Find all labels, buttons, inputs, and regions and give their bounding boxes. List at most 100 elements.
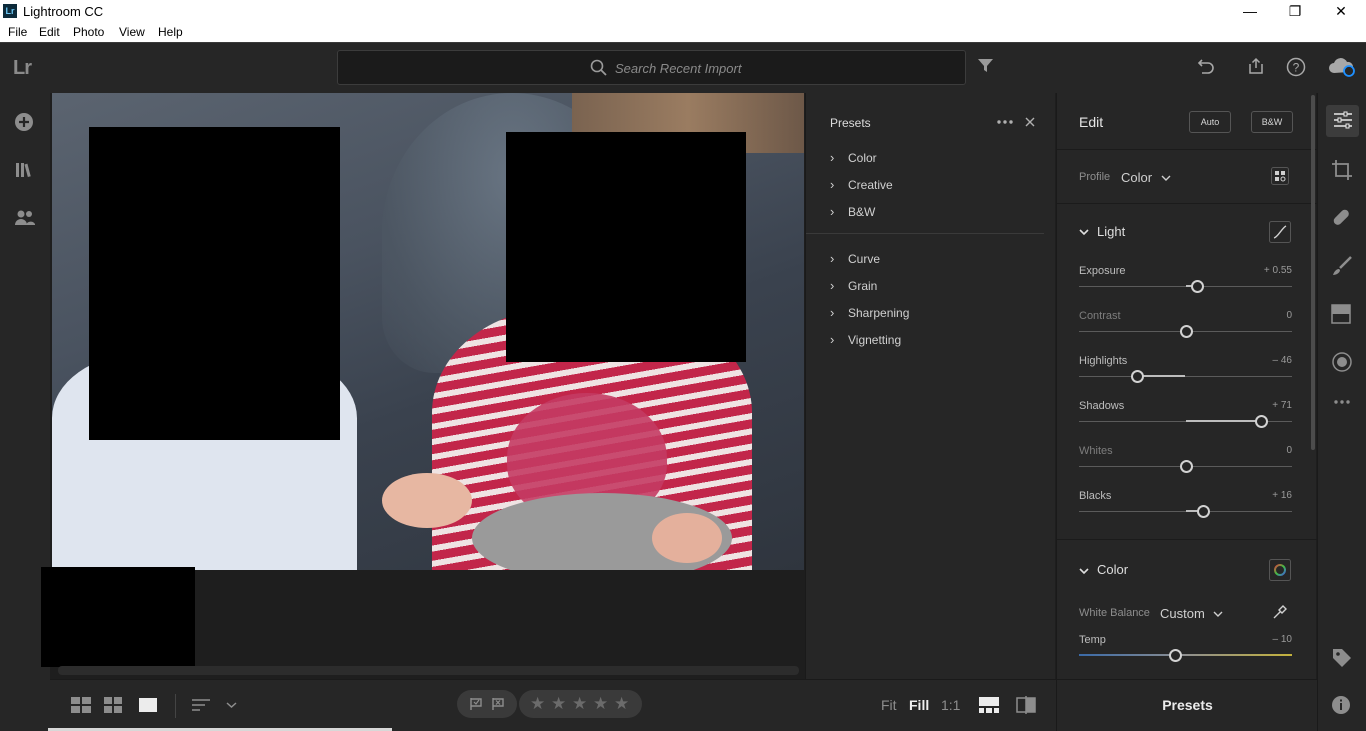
more-options-icon[interactable] [996, 119, 1014, 125]
slider-track[interactable] [1079, 654, 1292, 656]
slider-exposure[interactable]: Exposure + 0.55 [1079, 265, 1292, 305]
white-balance-dropdown[interactable]: Custom [1160, 605, 1223, 623]
slider-value[interactable]: 0 [1286, 445, 1292, 456]
presets-panel: Presets › Color › Creative › B&W › Curve › Gr… [805, 93, 1055, 679]
chevron-right-icon: › [830, 204, 835, 219]
photo-preview[interactable] [52, 93, 804, 570]
slider-knob[interactable] [1168, 649, 1182, 662]
maximize-button[interactable]: ❐ [1272, 0, 1318, 23]
edit-sliders-icon[interactable] [1333, 111, 1353, 129]
filmstrip-scrollbar[interactable] [58, 666, 799, 675]
preset-group-bw[interactable]: › B&W [830, 204, 875, 219]
bw-button[interactable]: B&W [1251, 111, 1293, 133]
compare-view-icon[interactable] [1016, 695, 1036, 715]
photo-canvas[interactable] [41, 93, 805, 679]
slider-knob[interactable] [1130, 370, 1144, 383]
slider-knob[interactable] [1255, 415, 1269, 428]
slider-value[interactable]: + 71 [1272, 400, 1292, 411]
profile-label: Profile [1079, 171, 1111, 183]
color-mixer-icon[interactable] [1269, 559, 1291, 581]
menu-edit[interactable]: Edit [39, 25, 60, 39]
people-icon[interactable] [14, 208, 36, 228]
slider-blacks[interactable]: Blacks + 16 [1079, 490, 1292, 530]
more-icon[interactable] [1333, 399, 1351, 405]
info-icon[interactable] [1331, 695, 1351, 715]
slider-value[interactable]: + 16 [1272, 490, 1292, 501]
sort-icon[interactable] [191, 697, 211, 713]
menu-help[interactable]: Help [158, 25, 183, 39]
minimize-button[interactable]: — [1227, 0, 1273, 23]
radial-gradient-icon[interactable] [1331, 351, 1353, 373]
chevron-down-icon[interactable] [1079, 567, 1089, 575]
color-section-title[interactable]: Color [1097, 562, 1128, 577]
square-grid-view-icon[interactable] [71, 697, 91, 713]
search-icon [590, 59, 607, 76]
undo-icon[interactable] [1197, 57, 1215, 75]
grid-view-icon[interactable] [104, 697, 122, 713]
slider-knob[interactable] [1179, 460, 1193, 473]
auto-button[interactable]: Auto [1189, 111, 1231, 133]
white-balance-label: White Balance [1079, 607, 1150, 619]
close-panel-icon[interactable] [1025, 117, 1035, 127]
profile-browser-icon[interactable] [1271, 167, 1289, 185]
slider-temp[interactable]: Temp – 10 [1079, 634, 1292, 674]
star-5[interactable]: ★ [614, 694, 629, 714]
share-icon[interactable] [1247, 57, 1265, 75]
tone-curve-icon[interactable] [1269, 221, 1291, 243]
slider-contrast[interactable]: Contrast 0 [1079, 310, 1292, 350]
preset-group-sharpening[interactable]: › Sharpening [830, 305, 909, 320]
eyedropper-icon[interactable] [1271, 603, 1289, 621]
slider-whites[interactable]: Whites 0 [1079, 445, 1292, 485]
preset-group-creative[interactable]: › Creative [830, 177, 893, 192]
edit-title: Edit [1079, 114, 1104, 130]
chevron-down-icon[interactable] [226, 701, 237, 709]
chevron-down-icon[interactable] [1079, 228, 1089, 236]
slider-shadows[interactable]: Shadows + 71 [1079, 400, 1292, 440]
star-4[interactable]: ★ [593, 694, 608, 714]
menu-file[interactable]: File [8, 25, 27, 39]
zoom-fill-button[interactable]: Fill [909, 697, 929, 713]
slider-value[interactable]: 0 [1286, 310, 1292, 321]
healing-icon[interactable] [1331, 207, 1353, 229]
slider-track[interactable] [1079, 376, 1292, 377]
cloud-sync-icon[interactable] [1327, 56, 1357, 78]
filmstrip-toggle-icon[interactable] [979, 697, 999, 713]
profile-dropdown[interactable]: Color [1121, 169, 1171, 187]
slider-fill [1136, 375, 1186, 377]
crop-icon[interactable] [1331, 159, 1353, 181]
star-3[interactable]: ★ [572, 694, 587, 714]
presets-toggle-button[interactable]: Presets [1057, 697, 1318, 713]
preset-group-curve[interactable]: › Curve [830, 251, 880, 266]
tag-icon[interactable] [1331, 647, 1353, 669]
brush-icon[interactable] [1331, 255, 1353, 277]
slider-value[interactable]: + 0.55 [1264, 265, 1292, 276]
slider-knob[interactable] [1196, 505, 1210, 518]
redaction-box [89, 127, 340, 440]
zoom-1-1-button[interactable]: 1:1 [941, 697, 960, 713]
help-icon[interactable]: ? [1286, 57, 1306, 77]
star-1[interactable]: ★ [530, 694, 545, 714]
search-input[interactable]: Search Recent Import [337, 50, 966, 85]
preset-group-vignetting[interactable]: › Vignetting [830, 332, 901, 347]
star-2[interactable]: ★ [551, 694, 566, 714]
slider-knob[interactable] [1191, 280, 1205, 293]
detail-view-icon[interactable] [138, 697, 158, 713]
flag-pick-icon[interactable] [469, 697, 483, 711]
slider-highlights[interactable]: Highlights – 46 [1079, 355, 1292, 395]
slider-value[interactable]: – 10 [1273, 634, 1292, 645]
add-photos-icon[interactable] [14, 112, 34, 132]
close-window-button[interactable]: ✕ [1318, 0, 1364, 23]
menu-photo[interactable]: Photo [73, 25, 104, 39]
light-section-title[interactable]: Light [1097, 224, 1125, 239]
filter-icon[interactable] [977, 57, 994, 74]
slider-value[interactable]: – 46 [1273, 355, 1292, 366]
linear-gradient-icon[interactable] [1331, 304, 1351, 324]
edit-panel-scrollbar[interactable] [1311, 95, 1315, 450]
library-icon[interactable] [14, 160, 34, 180]
slider-knob[interactable] [1179, 325, 1193, 338]
preset-group-grain[interactable]: › Grain [830, 278, 877, 293]
menu-view[interactable]: View [119, 25, 145, 39]
preset-group-color[interactable]: › Color [830, 150, 877, 165]
zoom-fit-button[interactable]: Fit [881, 697, 897, 713]
flag-reject-icon[interactable] [491, 697, 505, 711]
